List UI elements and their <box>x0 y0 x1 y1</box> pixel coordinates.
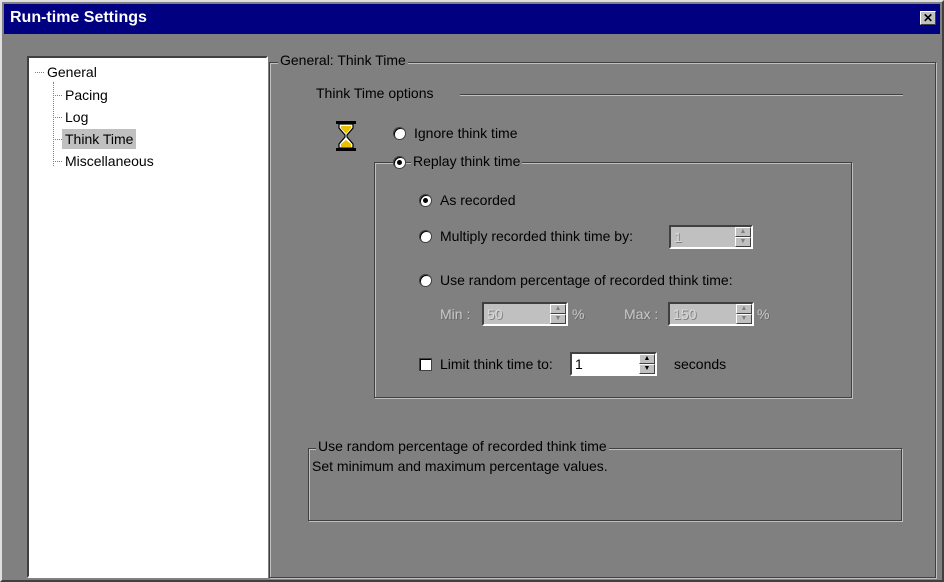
description-text: Set minimum and maximum percentage value… <box>312 458 608 474</box>
spin-down-icon[interactable]: ▼ <box>736 314 752 324</box>
tree-connector <box>35 72 44 73</box>
limit-value[interactable]: 1 <box>575 356 583 372</box>
window-title: Run-time Settings <box>10 9 147 26</box>
tree-item-label: General <box>47 64 97 80</box>
multiply-value: 1 <box>674 229 682 245</box>
tree-connector <box>53 95 62 96</box>
as-recorded-radio[interactable] <box>419 194 432 207</box>
min-label: Min : <box>440 306 471 322</box>
max-label: Max : <box>624 306 659 322</box>
close-icon[interactable]: ✕ <box>920 11 936 25</box>
options-heading: Think Time options <box>316 85 434 101</box>
spin-up-icon[interactable]: ▲ <box>736 304 752 314</box>
replay-think-time-label[interactable]: Replay think time <box>411 153 523 169</box>
multiply-label[interactable]: Multiply recorded think time by: <box>440 228 633 244</box>
random-percentage-label[interactable]: Use random percentage of recorded think … <box>440 272 733 288</box>
spin-down-icon[interactable]: ▼ <box>735 237 751 247</box>
replay-think-time-radio[interactable] <box>393 156 406 169</box>
limit-unit: seconds <box>674 356 727 372</box>
settings-tree[interactable]: General Pacing Log Think Time Miscellane… <box>27 56 268 578</box>
ignore-think-time-label[interactable]: Ignore think time <box>414 125 518 141</box>
tree-item-label: Miscellaneous <box>65 153 154 169</box>
tree-item-label: Log <box>65 109 89 125</box>
hourglass-icon <box>336 121 356 151</box>
max-stepper[interactable]: 150 ▲ ▼ <box>668 302 754 326</box>
max-value: 150 <box>673 306 697 322</box>
random-percentage-radio[interactable] <box>419 274 432 287</box>
dialog-client: General Pacing Log Think Time Miscellane… <box>4 34 940 580</box>
as-recorded-label[interactable]: As recorded <box>440 192 515 208</box>
run-time-settings-window: Run-time Settings ✕ General Pacing Log T… <box>0 0 944 582</box>
spin-down-icon[interactable]: ▼ <box>550 314 566 324</box>
tree-connector <box>53 139 62 140</box>
panel-title: General: Think Time <box>278 52 408 68</box>
min-stepper[interactable]: 50 ▲ ▼ <box>482 302 568 326</box>
title-bar[interactable]: Run-time Settings ✕ <box>4 4 940 34</box>
tree-connector <box>53 161 62 162</box>
multiply-stepper[interactable]: 1 ▲ ▼ <box>669 225 753 249</box>
limit-stepper[interactable]: 1 ▲ ▼ <box>570 352 657 376</box>
limit-think-time-label[interactable]: Limit think time to: <box>440 356 553 372</box>
description-title: Use random percentage of recorded think … <box>316 438 609 454</box>
spin-up-icon[interactable]: ▲ <box>735 227 751 237</box>
limit-think-time-checkbox[interactable] <box>419 358 432 371</box>
tree-connector <box>53 117 62 118</box>
tree-item-label: Pacing <box>65 87 108 103</box>
ignore-think-time-radio[interactable] <box>393 127 406 140</box>
spin-up-icon[interactable]: ▲ <box>639 354 655 364</box>
min-unit: % <box>572 306 585 322</box>
options-divider <box>460 94 903 96</box>
min-value: 50 <box>487 306 503 322</box>
tree-item-label: Think Time <box>62 129 137 149</box>
max-unit: % <box>757 306 770 322</box>
multiply-radio[interactable] <box>419 230 432 243</box>
spin-down-icon[interactable]: ▼ <box>639 364 655 374</box>
spin-up-icon[interactable]: ▲ <box>550 304 566 314</box>
